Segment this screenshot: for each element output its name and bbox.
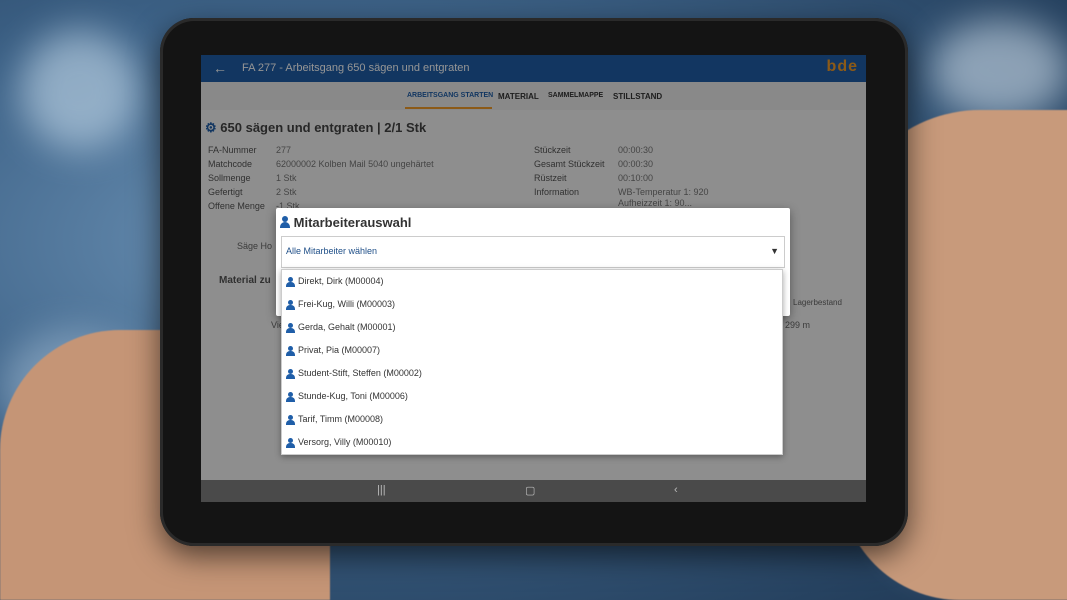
user-icon — [286, 299, 295, 310]
android-nav-bar: ||| ▢ ‹ — [201, 480, 866, 502]
employee-option[interactable]: Stunde-Kug, Toni (M00006) — [286, 391, 408, 413]
employee-option[interactable]: Versorg, Villy (M00010) — [286, 437, 392, 454]
dialog-title: Mitarbeiterauswahl — [280, 215, 411, 230]
select-value: Alle Mitarbeiter wählen — [286, 246, 378, 256]
option-label: Versorg, Villy (M00010) — [298, 437, 392, 447]
option-label: Frei-Kug, Willi (M00003) — [298, 299, 396, 309]
employee-option[interactable]: Student-Stift, Steffen (M00002) — [286, 368, 422, 390]
user-icon — [286, 345, 295, 356]
user-icon — [286, 414, 295, 425]
background-bokeh — [930, 20, 1067, 120]
option-label: Tarif, Timm (M00008) — [298, 414, 384, 424]
option-label: Privat, Pia (M00007) — [298, 345, 381, 355]
employee-dropdown-list: Direkt, Dirk (M00004) Frei-Kug, Willi (M… — [281, 269, 783, 455]
user-icon — [286, 322, 295, 333]
home-icon[interactable]: ▢ — [525, 484, 535, 497]
user-icon — [280, 216, 290, 228]
caret-down-icon[interactable]: ▼ — [770, 246, 779, 256]
background-bokeh — [20, 30, 140, 150]
option-label: Student-Stift, Steffen (M00002) — [298, 368, 422, 378]
option-label: Gerda, Gehalt (M00001) — [298, 322, 396, 332]
employee-option[interactable]: Gerda, Gehalt (M00001) — [286, 322, 396, 344]
back-icon[interactable]: ‹ — [674, 484, 678, 496]
user-icon — [286, 391, 295, 402]
employee-option[interactable]: Privat, Pia (M00007) — [286, 345, 380, 367]
tablet-screen: ← FA 277 - Arbeitsgang 650 sägen und ent… — [201, 55, 866, 502]
employee-option[interactable]: Direkt, Dirk (M00004) — [286, 276, 384, 298]
dialog-title-text: Mitarbeiterauswahl — [293, 215, 412, 230]
option-label: Stunde-Kug, Toni (M00006) — [298, 391, 408, 401]
employee-option[interactable]: Frei-Kug, Willi (M00003) — [286, 299, 395, 321]
employee-option[interactable]: Tarif, Timm (M00008) — [286, 414, 383, 436]
option-label: Direkt, Dirk (M00004) — [298, 276, 384, 286]
user-icon — [286, 276, 295, 287]
user-icon — [286, 437, 295, 448]
user-icon — [286, 368, 295, 379]
employee-select[interactable]: Alle Mitarbeiter wählen ▼ — [281, 236, 785, 268]
recents-icon[interactable]: ||| — [377, 484, 386, 496]
